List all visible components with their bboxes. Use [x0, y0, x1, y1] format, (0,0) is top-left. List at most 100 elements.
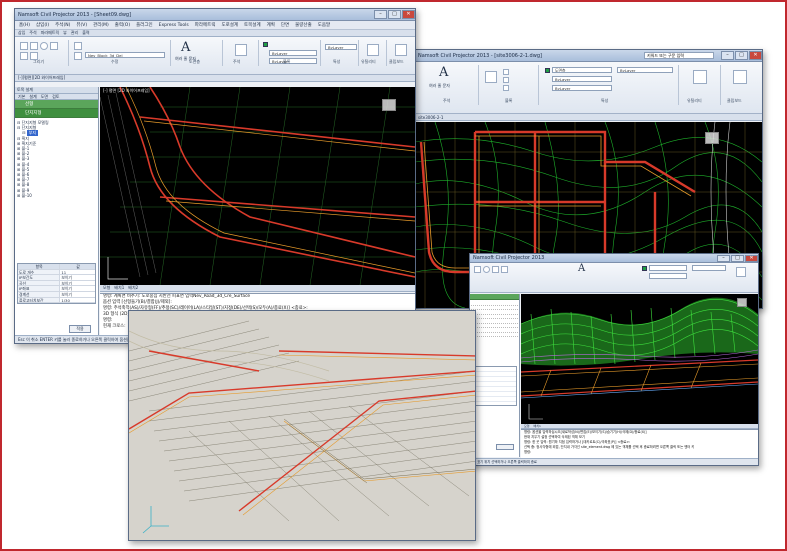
menu-plugins[interactable]: 플러그인	[136, 22, 153, 28]
property-value[interactable]: 보이기	[60, 286, 95, 291]
layer-color-swatch[interactable]	[642, 266, 647, 271]
drawing-viewport-main[interactable]: [-] 평면 [2D 와이어프레임]	[100, 87, 415, 285]
layout-tab-1[interactable]: 배치1	[534, 424, 541, 428]
menu-manage[interactable]: 관리(M)	[93, 22, 109, 28]
ribbon-tab-parametric[interactable]: 파라메트릭	[41, 30, 59, 36]
ribbon-tab-output[interactable]: 출력	[82, 30, 89, 36]
minimize-button[interactable]: –	[721, 51, 734, 60]
property-value[interactable]: 보이기	[60, 275, 95, 279]
tree-item[interactable]	[471, 325, 518, 328]
line-tool-icon[interactable]	[20, 42, 28, 50]
move-tool-icon[interactable]	[74, 42, 82, 50]
table-row[interactable]: 플로고터치보간 1/30	[18, 297, 95, 304]
menu-plan[interactable]: 계획	[267, 22, 275, 28]
menu-annotate[interactable]: 주석(N)	[55, 22, 70, 28]
close-button[interactable]: ✕	[745, 254, 758, 262]
layout-tab-model[interactable]: 모형	[103, 285, 110, 291]
menu-quantity[interactable]: 물량산출	[295, 22, 312, 28]
copy-tool-icon[interactable]	[501, 266, 508, 273]
arc-tool-icon[interactable]	[50, 42, 58, 50]
menu-home[interactable]: 홈(H)	[19, 22, 30, 28]
panel-tab-basic[interactable]: 기본	[18, 94, 25, 100]
measure-icon[interactable]	[367, 44, 379, 56]
menu-parametric[interactable]: 파라메트릭	[195, 22, 216, 28]
tree-item[interactable]	[471, 307, 518, 310]
paste-icon[interactable]	[395, 44, 407, 56]
measure-icon[interactable]	[693, 70, 707, 84]
layer-state-combo[interactable]: Nev_Block_3d_Del	[85, 52, 165, 58]
view-cube[interactable]	[382, 99, 396, 111]
insert-block-icon[interactable]	[235, 44, 247, 56]
drawing-viewport-terrain[interactable]	[521, 294, 758, 424]
attribute-icon[interactable]	[503, 85, 509, 91]
layer-color-swatch[interactable]	[545, 68, 550, 73]
tree-item[interactable]	[471, 329, 518, 333]
rotate-tool-icon[interactable]	[74, 52, 82, 60]
menu-insert[interactable]: 삽입(I)	[36, 22, 49, 28]
line-tool-icon[interactable]	[474, 266, 481, 273]
menu-express-tools[interactable]: Express Tools	[159, 23, 189, 28]
property-value[interactable]: 보이기	[60, 281, 95, 285]
layout-tab-model[interactable]: 모형	[524, 424, 530, 428]
linetype-combo[interactable]: ByLayer	[269, 50, 317, 56]
property-value[interactable]: 11	[60, 270, 95, 274]
color-combo[interactable]: ByLayer	[325, 44, 357, 50]
apply-button[interactable]: 적용	[69, 325, 91, 333]
panel-tab-drawing[interactable]: 도면	[41, 94, 48, 100]
maximize-button[interactable]: □	[735, 51, 748, 60]
doc-tab[interactable]: [-][평면][2D 와이어프레임]	[18, 75, 65, 81]
maximize-button[interactable]: □	[388, 10, 401, 19]
panel-tab-design[interactable]: 설계	[29, 94, 36, 100]
color-combo[interactable]: ByLayer	[617, 67, 673, 73]
tree-selected-label[interactable]: 부지	[26, 130, 39, 136]
linetype-combo[interactable]: ByLayer	[552, 76, 612, 82]
layer-combo[interactable]	[649, 265, 687, 271]
panel-tab-review[interactable]: 검토	[52, 94, 59, 100]
linetype-combo[interactable]	[649, 273, 687, 279]
tree-item[interactable]	[471, 334, 518, 337]
lineweight-combo[interactable]: ByLayer	[552, 85, 612, 91]
circle-tool-icon[interactable]	[40, 42, 48, 50]
lineweight-combo[interactable]: ByLayer	[269, 58, 317, 64]
create-block-icon[interactable]	[503, 69, 509, 75]
apply-button[interactable]	[496, 444, 514, 450]
circle-tool-icon[interactable]	[483, 266, 490, 273]
panel-section-site-terrain[interactable]: 단지지형	[15, 109, 98, 118]
layer-combo[interactable]: 도면층	[552, 67, 612, 73]
tree-item[interactable]: ⊞ 블-10	[17, 193, 96, 198]
maximize-button[interactable]: □	[731, 254, 744, 262]
ribbon-tab-insert[interactable]: 삽입	[18, 30, 25, 36]
color-combo[interactable]	[692, 265, 726, 271]
layout-tab-2[interactable]: 배치2	[128, 285, 138, 291]
menu-view[interactable]: 뷰(V)	[76, 22, 87, 28]
ribbon-tab-view[interactable]: 뷰	[63, 30, 67, 36]
close-button[interactable]: ✕	[749, 51, 762, 60]
property-value[interactable]: 1/30	[60, 298, 95, 302]
view-cube[interactable]	[705, 132, 719, 144]
search-input[interactable]: 키워드 또는 구문 입력	[644, 52, 714, 59]
move-tool-icon[interactable]	[492, 266, 499, 273]
text-a-icon[interactable]: A	[578, 263, 585, 274]
minimize-button[interactable]: –	[717, 254, 730, 262]
polyline-tool-icon[interactable]	[30, 42, 38, 50]
menu-road-design[interactable]: 도로설계	[221, 22, 238, 28]
rectangle-tool-icon[interactable]	[20, 52, 28, 60]
doc-tab[interactable]: site3006-2-1	[418, 115, 443, 120]
panel-section-alignment[interactable]: 선형	[15, 100, 98, 109]
menu-section[interactable]: 단면	[281, 22, 289, 28]
ribbon-tab-annotate[interactable]: 주석	[29, 30, 36, 36]
tree-item[interactable]	[471, 320, 518, 324]
layout-tab-1[interactable]: 배치1	[114, 285, 124, 291]
tree-item[interactable]	[471, 311, 518, 315]
view-cube[interactable]	[737, 298, 747, 307]
multiline-text-button[interactable]: 여러 줄 문자	[429, 83, 450, 89]
edit-block-icon[interactable]	[503, 77, 509, 83]
ribbon-tab-manage[interactable]: 관리	[71, 30, 78, 36]
layer-color-swatch[interactable]	[263, 42, 268, 47]
menu-output[interactable]: 출력(O)	[115, 22, 130, 28]
tree-item[interactable]	[471, 302, 518, 306]
property-value[interactable]: 보이기	[60, 292, 95, 296]
paste-icon[interactable]	[733, 70, 747, 84]
command-line[interactable]: 명령: 옵션을 입력하십시오[새로작성(N)/편집(E)/보이기(S)/숨기기(…	[521, 429, 758, 459]
menu-help[interactable]: 도움말	[318, 22, 330, 28]
